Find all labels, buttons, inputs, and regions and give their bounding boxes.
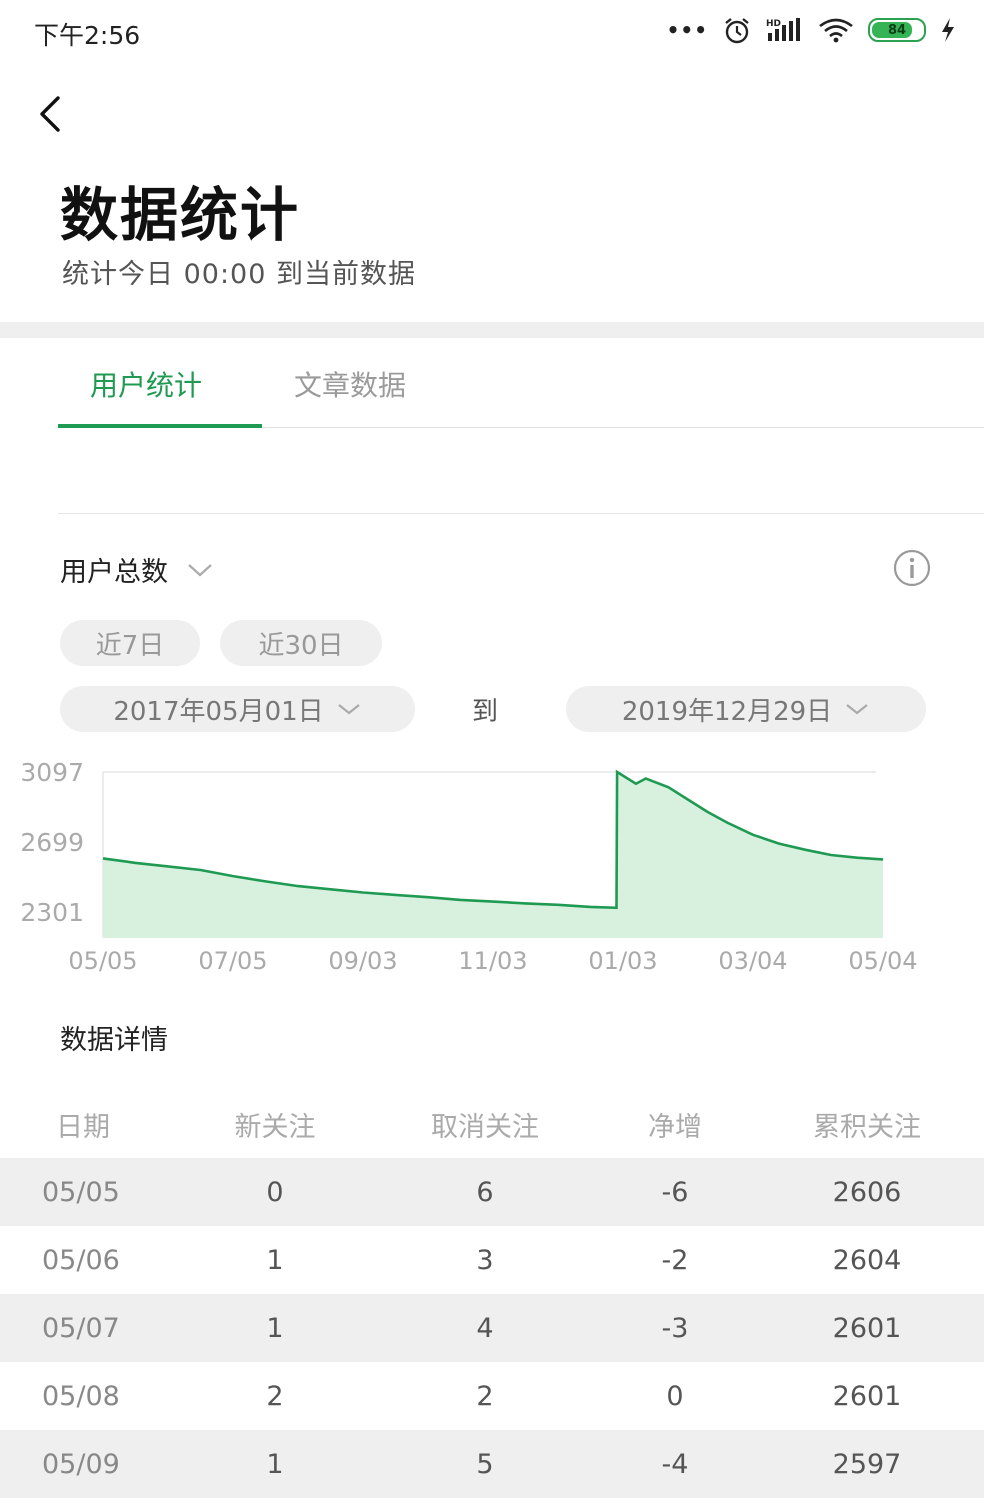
signal-icon: HD [766, 18, 800, 41]
details-table: 日期 新关注 取消关注 净增 累积关注 05/05 0 6 -6 2606 05… [0, 1090, 984, 1498]
cell-new-follow: 0 [266, 1176, 284, 1208]
x-tick-label: 01/03 [588, 947, 657, 975]
y-tick-label: 3097 [20, 758, 84, 787]
x-tick-label: 07/05 [198, 947, 267, 975]
page-subtitle: 统计今日 00:00 到当前数据 [62, 259, 416, 290]
page-title: 数据统计 [60, 181, 301, 249]
start-date-picker[interactable]: 2017年05月01日 [60, 686, 415, 732]
col-cumulative-header: 累积关注 [813, 1111, 921, 1143]
divider [58, 513, 984, 514]
alarm-clock-icon [725, 18, 749, 44]
status-time: 下午2:56 [34, 21, 141, 50]
svg-text:HD: HD [766, 19, 781, 29]
battery-icon: 84 [868, 18, 926, 42]
cell-net-growth: -6 [661, 1176, 689, 1208]
cell-cumulative: 2597 [832, 1448, 902, 1480]
back-arrow-icon[interactable] [30, 90, 74, 138]
tab-active-indicator [58, 424, 262, 428]
cell-unfollow: 3 [476, 1244, 494, 1276]
cell-unfollow: 5 [476, 1448, 494, 1480]
metric-label: 用户总数 [60, 557, 168, 588]
table-row: 05/07 1 4 -3 2601 [0, 1294, 984, 1362]
table-row: 05/05 0 6 -6 2606 [0, 1158, 984, 1226]
cell-date: 05/05 [42, 1176, 120, 1208]
cell-net-growth: -4 [661, 1448, 689, 1480]
cell-new-follow: 1 [266, 1244, 284, 1276]
charging-icon [942, 18, 954, 42]
table-row: 05/08 2 2 0 2601 [0, 1362, 984, 1430]
cell-cumulative: 2606 [832, 1176, 902, 1208]
status-icons: ••• HD 84 [667, 16, 956, 44]
cell-unfollow: 6 [476, 1176, 494, 1208]
user-total-chart: 3097 2699 2301 05/05 07/05 09/03 11/03 01/03 03… [20, 758, 917, 975]
cell-date: 05/08 [42, 1380, 120, 1412]
cell-date: 05/06 [42, 1244, 120, 1276]
tab-bar-line [262, 427, 984, 428]
start-date-value: 2017年05月01日 [113, 696, 324, 727]
more-dots-icon: ••• [666, 18, 708, 42]
y-tick-label: 2699 [20, 828, 84, 857]
x-tick-label: 11/03 [458, 947, 527, 975]
x-tick-label: 05/05 [68, 947, 137, 975]
x-tick-label: 03/04 [718, 947, 787, 975]
info-icon[interactable] [892, 548, 932, 588]
cell-cumulative: 2601 [832, 1312, 902, 1344]
cell-unfollow: 4 [476, 1312, 494, 1344]
section-divider [0, 322, 984, 338]
cell-unfollow: 2 [476, 1380, 494, 1412]
cell-new-follow: 2 [266, 1380, 284, 1412]
metric-dropdown[interactable]: 用户总数 [60, 550, 214, 589]
range-7-days-chip[interactable]: 近7日 [60, 620, 200, 666]
end-date-value: 2019年12月29日 [621, 696, 833, 727]
cell-net-growth: -3 [661, 1312, 689, 1344]
cell-cumulative: 2601 [832, 1380, 902, 1412]
x-tick-label: 09/03 [328, 947, 397, 975]
details-title: 数据详情 [60, 1025, 168, 1056]
battery-level: 84 [887, 22, 907, 38]
col-new-follow-header: 新关注 [234, 1111, 316, 1143]
range-30-days-chip[interactable]: 近30日 [220, 620, 382, 666]
cell-cumulative: 2604 [832, 1244, 902, 1276]
wifi-icon [819, 18, 853, 43]
table-row: 05/06 1 3 -2 2604 [0, 1226, 984, 1294]
tab-user-stats[interactable]: 用户统计 [90, 364, 202, 404]
y-tick-label: 2301 [20, 898, 84, 927]
cell-net-growth: 0 [666, 1380, 684, 1412]
table-row: 05/09 1 5 -4 2597 [0, 1430, 984, 1498]
end-date-picker[interactable]: 2019年12月29日 [566, 686, 926, 732]
table-header: 日期 新关注 取消关注 净增 累积关注 [0, 1090, 984, 1158]
chart-area-fill [103, 772, 883, 938]
chevron-down-icon [188, 563, 212, 576]
chevron-down-icon [337, 704, 360, 715]
cell-date: 05/07 [42, 1312, 120, 1344]
col-unfollow-header: 取消关注 [431, 1111, 539, 1143]
chevron-down-icon [846, 704, 868, 715]
col-date-header: 日期 [56, 1111, 110, 1143]
date-range-separator: 到 [472, 697, 499, 727]
cell-date: 05/09 [42, 1448, 120, 1480]
col-net-growth-header: 净增 [648, 1111, 702, 1143]
cell-new-follow: 1 [266, 1312, 284, 1344]
x-tick-label: 05/04 [848, 947, 917, 975]
cell-new-follow: 1 [266, 1448, 284, 1480]
cell-net-growth: -2 [661, 1244, 689, 1276]
tab-article-data[interactable]: 文章数据 [294, 364, 406, 404]
